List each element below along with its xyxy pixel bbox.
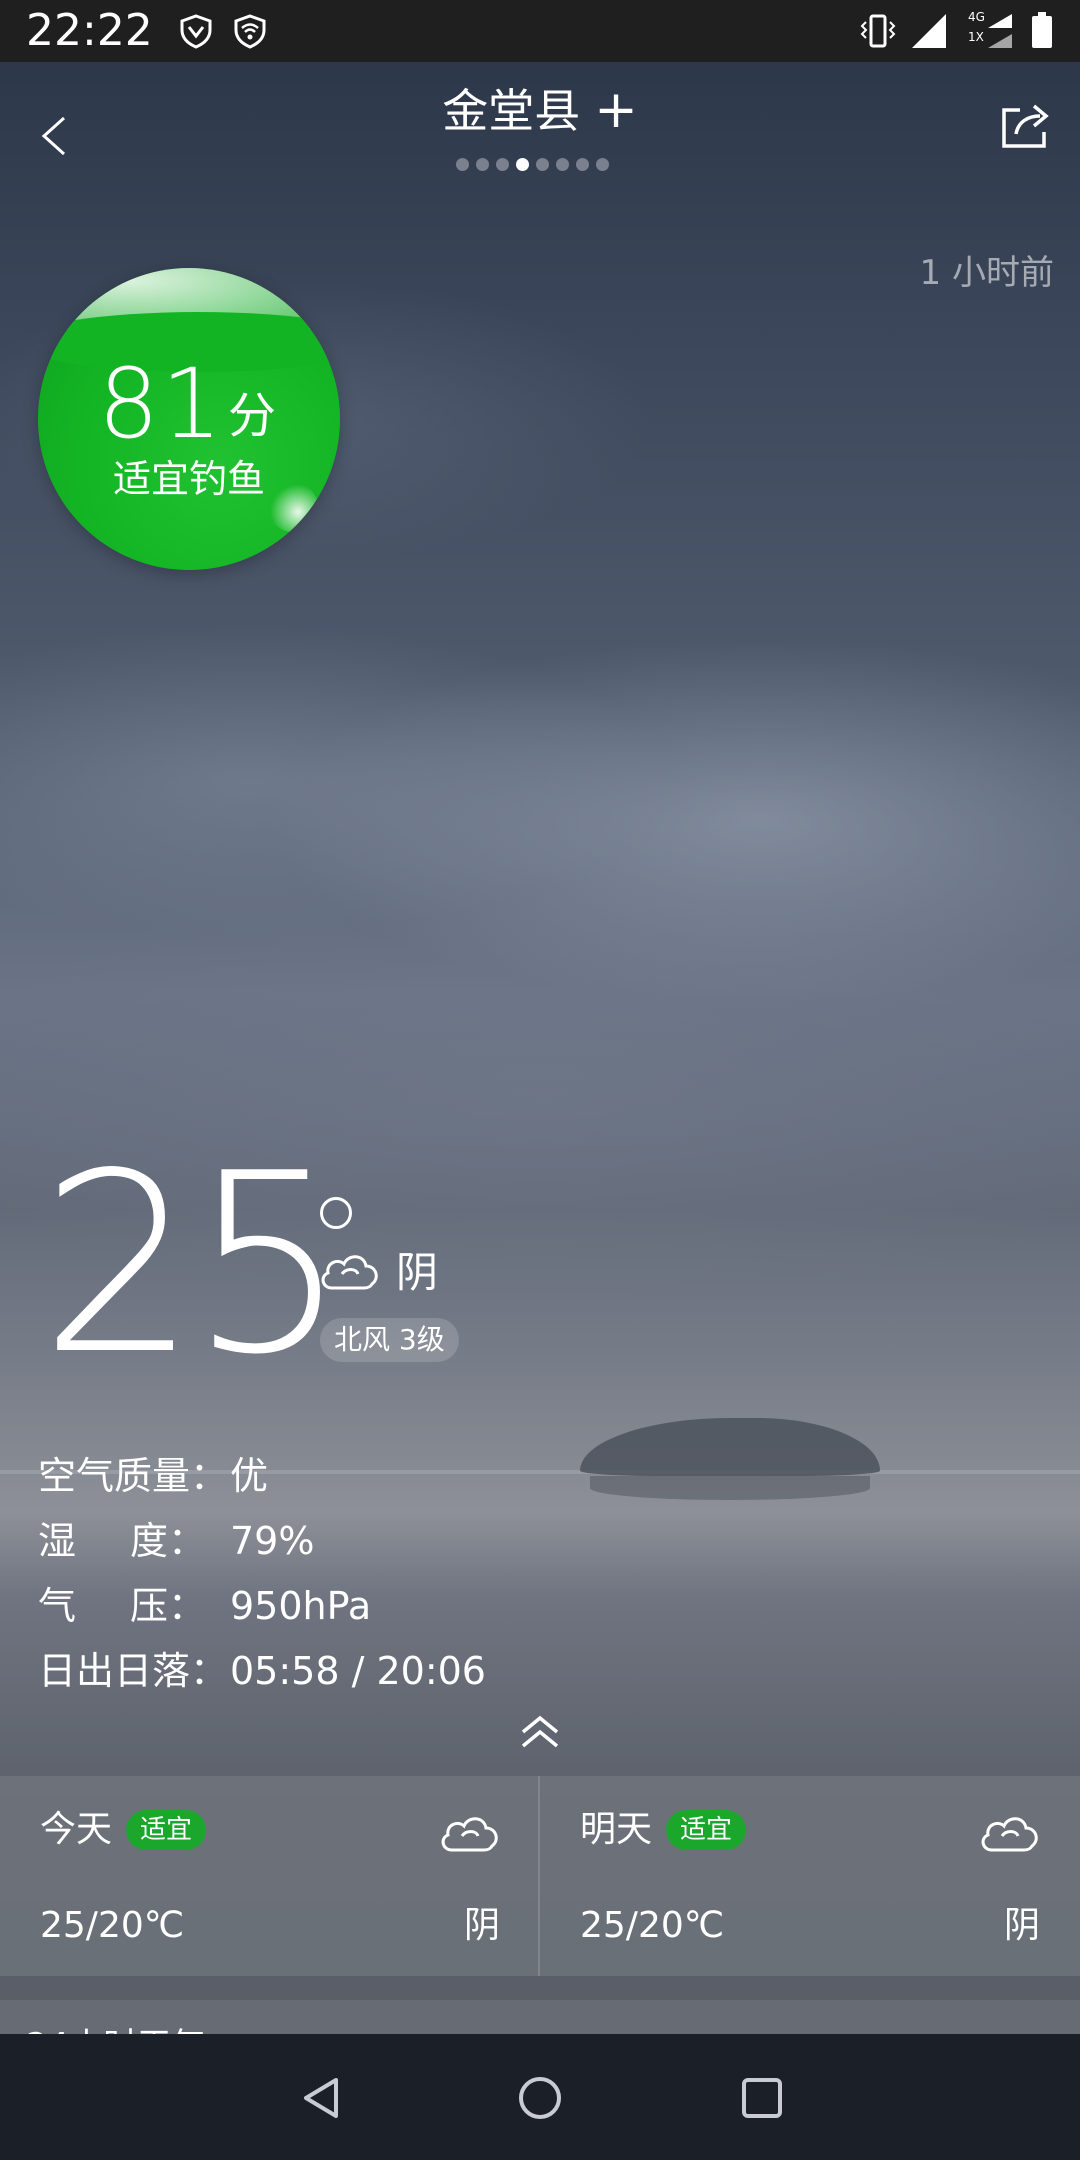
detail-label: 日出日落： — [38, 1649, 229, 1693]
forecast-card-today[interactable]: 今天 适宜 25/20℃ 阴 — [0, 1776, 538, 1976]
page-dot[interactable] — [516, 158, 529, 171]
detail-pressure: 气 压： 950hPa — [38, 1574, 486, 1639]
detail-value: 79% — [230, 1519, 315, 1563]
page-dot[interactable] — [456, 158, 469, 171]
wifi-shield-icon — [234, 14, 266, 49]
hourly-section-title: 24小时天气 — [26, 2018, 205, 2034]
nav-back-icon[interactable] — [296, 2072, 348, 2124]
current-temperature: 25 — [40, 1121, 348, 1409]
nav-recents-icon[interactable] — [736, 2072, 788, 2124]
city-title[interactable]: 金堂县 + — [0, 82, 1080, 139]
score-unit: 分 — [228, 388, 277, 444]
status-bar: 22:22 4G 1X — [0, 0, 1080, 62]
current-condition: 阴 — [396, 1248, 439, 1297]
share-icon[interactable] — [998, 100, 1054, 152]
page-dot[interactable] — [496, 158, 509, 171]
expand-up-icon[interactable] — [515, 1712, 565, 1752]
detail-label: 湿 度： — [38, 1509, 206, 1574]
score-label: 适宜钓鱼 — [112, 457, 265, 501]
forecast-temp-range: 25/20℃ — [580, 1905, 725, 1946]
city-name: 金堂县 — [442, 84, 581, 138]
detail-value: 优 — [230, 1454, 269, 1498]
battery-icon — [1032, 12, 1052, 48]
page-dot[interactable] — [556, 158, 569, 171]
signal-icon — [912, 14, 946, 48]
cloud-icon — [981, 1817, 1038, 1852]
network-1x-label: 1X — [968, 30, 984, 44]
cloud-icon — [441, 1817, 498, 1852]
island-reflection — [590, 1476, 870, 1500]
add-city-button[interactable]: + — [594, 80, 638, 140]
suitability-badge: 适宜 — [666, 1810, 747, 1850]
detail-air-quality: 空气质量： 优 — [38, 1444, 486, 1509]
suitability-badge: 适宜 — [126, 1810, 207, 1850]
fishing-score-badge[interactable]: 81 分 适宜钓鱼 — [38, 268, 340, 570]
detail-value: 950hPa — [230, 1584, 372, 1628]
detail-label-char: 湿 — [38, 1519, 77, 1563]
network-4g-label: 4G — [968, 10, 985, 24]
detail-label: 空气质量： — [38, 1454, 229, 1498]
page-dot[interactable] — [576, 158, 589, 171]
detail-label-char: 度： — [129, 1519, 206, 1563]
forecast-card-tomorrow[interactable]: 明天 适宜 25/20℃ 阴 — [540, 1776, 1078, 1976]
cloud-icon — [321, 1255, 378, 1290]
score-value: 81 — [98, 348, 225, 460]
detail-label-char: 压： — [129, 1584, 206, 1628]
detail-label: 气 压： — [38, 1574, 206, 1639]
forecast-condition: 阴 — [1003, 1905, 1040, 1946]
vibrate-icon — [860, 14, 896, 48]
forecast-condition: 阴 — [463, 1905, 500, 1946]
detail-label-char: 气 — [38, 1584, 77, 1628]
status-time: 22:22 — [26, 5, 153, 56]
detail-sunrise-sunset: 日出日落： 05:58 / 20:06 — [38, 1639, 486, 1704]
update-time: 1 小时前 — [919, 253, 1054, 293]
degree-icon — [320, 1197, 352, 1229]
weather-details: 空气质量： 优 湿 度： 79% 气 压： 950hPa 日出日落： 05:58… — [38, 1444, 486, 1704]
page-indicator — [456, 158, 609, 172]
wind-badge: 北风 3级 — [320, 1318, 459, 1362]
nav-home-icon[interactable] — [514, 2072, 566, 2124]
page-dot[interactable] — [476, 158, 489, 171]
detail-value: 05:58 / 20:06 — [230, 1649, 486, 1693]
detail-humidity: 湿 度： 79% — [38, 1509, 486, 1574]
forecast-day: 今天 — [40, 1809, 113, 1850]
network-type-label: 4G 1X — [968, 10, 985, 44]
forecast-day: 明天 — [580, 1809, 653, 1850]
network-4g-icon — [988, 14, 1012, 48]
page-dot[interactable] — [596, 158, 609, 171]
shield-icon — [180, 14, 212, 49]
page-dot[interactable] — [536, 158, 549, 171]
forecast-temp-range: 25/20℃ — [40, 1905, 185, 1946]
